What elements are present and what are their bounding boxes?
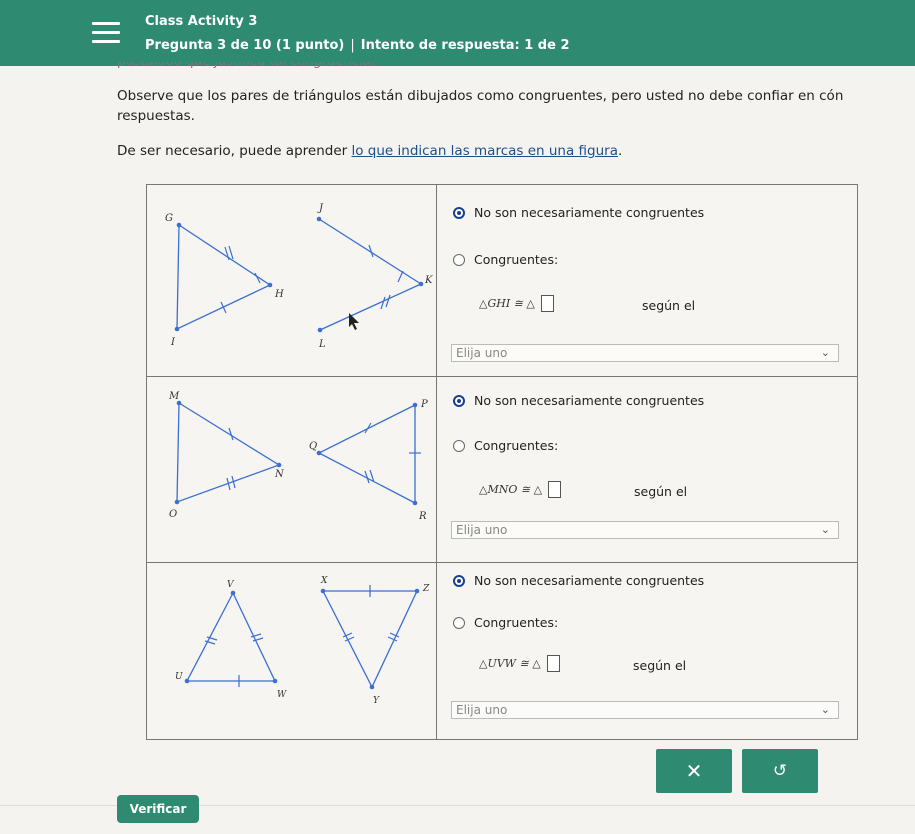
answer-options-3: No son necesariamente congruentes Congru… [439,563,857,739]
select-value: Elija uno [456,523,508,537]
option-label: No son necesariamente congruentes [474,573,705,588]
vertex-label: Y [373,696,380,706]
option-label: Congruentes: [474,252,559,267]
radio-not-congruent-3[interactable] [453,574,465,587]
radio-congruent-3[interactable] [453,616,465,629]
problem-row-2: M N O P Q R No son necesariamente congru… [147,377,857,563]
vertex-label: Z [422,584,430,594]
option-congruent-3[interactable]: Congruentes: [453,615,558,630]
vertex-label: X [320,576,328,586]
triangle-answer-box-3[interactable] [546,655,560,672]
instructions-prefix: De ser necesario, puede aprender [117,143,352,159]
header-bar: Class Activity 3 Pregunta 3 de 10 (1 pun… [0,0,915,66]
congruence-text: △GHI ≅ △ [479,297,535,310]
instructions-suffix: . [618,143,623,159]
triangle-answer-box-1[interactable] [540,295,554,312]
mouse-cursor-icon [349,313,359,330]
congruence-text: △MNO ≅ △ [479,483,543,496]
chevron-down-icon: ⌄ [820,703,830,716]
vertex-label: P [420,399,428,410]
chevron-down-icon: ⌄ [820,346,830,359]
question-number: Pregunta 3 de 10 (1 punto) [145,38,345,53]
congruence-text: △UVW ≅ △ [479,657,541,670]
vertex-label: Q [309,441,317,452]
option-not-congruent-1[interactable]: No son necesariamente congruentes [453,205,704,220]
triangle-answer-box-2[interactable] [548,481,562,498]
vertex-label: J [317,203,324,214]
congruence-statement-2: △MNO ≅ △ [479,481,562,498]
vertex-label: N [274,469,285,480]
radio-congruent-2[interactable] [453,439,465,452]
option-label: No son necesariamente congruentes [474,205,705,220]
segun-label-2: según el [634,484,688,499]
vertex-label: I [170,337,176,348]
cut-off-text: postulado que justifica tal congruencia. [118,62,618,72]
triangles-uvw-xyz: V U W X Z Y [175,576,430,706]
option-not-congruent-3[interactable]: No son necesariamente congruentes [453,573,704,588]
option-label: No son necesariamente congruentes [474,393,705,408]
option-congruent-2[interactable]: Congruentes: [453,438,558,453]
triangle-figure-2: M N O P Q R [147,377,437,562]
instructions-line-2: respuestas. [117,108,195,124]
vertex-label: M [168,391,180,402]
segun-label-3: según el [633,658,687,673]
question-info: Pregunta 3 de 10 (1 punto) | Intento de re… [145,38,570,53]
option-not-congruent-2[interactable]: No son necesariamente congruentes [453,393,704,408]
header-separator: | [350,38,355,53]
congruence-statement-3: △UVW ≅ △ [479,655,560,672]
option-label: Congruentes: [474,615,559,630]
radio-not-congruent-1[interactable] [453,206,465,219]
option-congruent-1[interactable]: Congruentes: [453,252,558,267]
clear-button[interactable]: ✕ [656,749,732,793]
triangle-figure-3: V U W X Z Y [147,563,437,739]
undo-button[interactable]: ↺ [742,749,818,793]
vertex-label: H [274,289,284,300]
problem-row-3: V U W X Z Y No son necesariamente congru… [147,563,857,739]
congruence-statement-1: △GHI ≅ △ [479,295,554,312]
vertex-label: G [165,213,173,224]
select-value: Elija uno [456,703,508,717]
vertex-label: L [318,339,326,350]
postulate-select-1[interactable]: Elija uno ⌄ [451,344,839,362]
triangle-figure-1: G H I J K L [147,185,437,376]
vertex-label: V [227,580,235,590]
attempt-info: Intento de respuesta: 1 de 2 [360,38,570,53]
verify-button[interactable]: Verificar [117,795,199,823]
answer-options-1: No son necesariamente congruentes Congru… [439,185,857,376]
vertex-label: R [418,511,427,522]
problem-table: G H I J K L No son necesariamente congru… [146,184,858,740]
segun-label-1: según el [642,298,696,313]
menu-icon[interactable] [92,22,120,44]
instructions-line-3: De ser necesario, puede aprender lo que … [117,143,622,159]
figure-marks-link[interactable]: lo que indican las marcas en una figura [351,143,618,159]
radio-congruent-1[interactable] [453,253,465,266]
vertex-label: U [175,672,183,682]
vertex-label: K [424,275,433,286]
triangles-ghi-jkl: G H I J K L [165,203,433,350]
chevron-down-icon: ⌄ [820,523,830,536]
select-value: Elija uno [456,346,508,360]
problem-row-1: G H I J K L No son necesariamente congru… [147,185,857,377]
option-label: Congruentes: [474,438,559,453]
answer-options-2: No son necesariamente congruentes Congru… [439,377,857,562]
instructions-line-1: Observe que los pares de triángulos está… [117,88,844,104]
triangles-mno-pqr: M N O P Q R [168,391,428,522]
activity-title: Class Activity 3 [145,14,258,29]
postulate-select-3[interactable]: Elija uno ⌄ [451,701,839,719]
vertex-label: O [169,509,177,520]
radio-not-congruent-2[interactable] [453,394,465,407]
vertex-label: W [277,690,287,700]
postulate-select-2[interactable]: Elija uno ⌄ [451,521,839,539]
